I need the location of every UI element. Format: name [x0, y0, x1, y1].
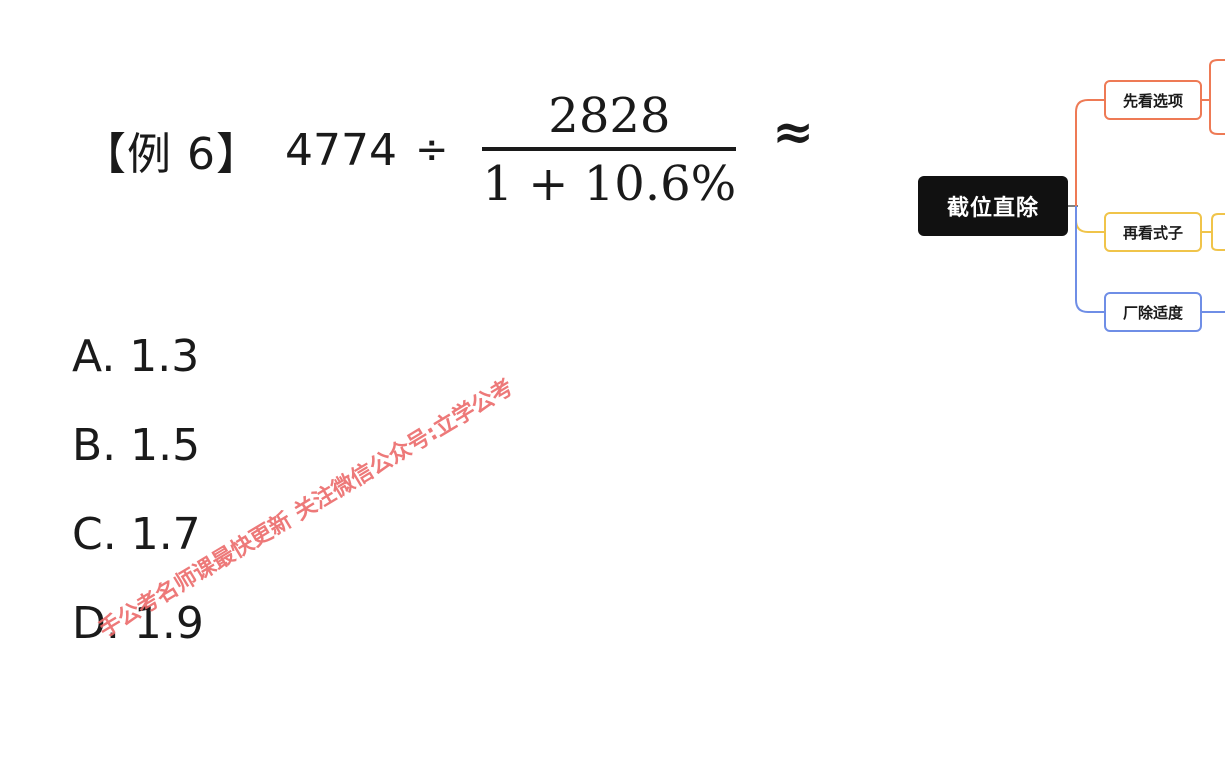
numerator: 2828 — [548, 88, 671, 144]
mind-map-node-check-formula: 再看式子 — [1104, 212, 1202, 252]
problem-expression: 【例 6】 4774 ÷ 2828 1 + 10.6% ≈ — [82, 80, 814, 220]
option-b[interactable]: B. 1.5 — [72, 415, 204, 504]
connector-branch-2 — [1075, 206, 1104, 233]
approx-symbol: ≈ — [772, 101, 815, 161]
connector-branch-1 — [1075, 99, 1104, 206]
connector-branch-3 — [1075, 206, 1104, 313]
option-a[interactable]: A. 1.3 — [72, 326, 204, 415]
dividend: 4774 — [284, 124, 397, 176]
connector-branch-1-out — [1202, 59, 1225, 135]
fraction-bar — [482, 147, 737, 151]
answer-options: A. 1.3 B. 1.5 C. 1.7 D. 1.9 — [72, 326, 204, 682]
mind-map-root: 截位直除 — [918, 176, 1068, 236]
denominator: 1 + 10.6% — [482, 156, 737, 212]
divide-symbol: ÷ — [414, 127, 449, 173]
fraction: 2828 1 + 10.6% — [476, 87, 742, 213]
mind-map-node-check-options: 先看选项 — [1104, 80, 1202, 120]
mind-map-node-division-degree: 厂除适度 — [1104, 292, 1202, 332]
example-label: 【例 6】 — [82, 129, 261, 180]
connector-branch-2-out — [1202, 213, 1225, 251]
